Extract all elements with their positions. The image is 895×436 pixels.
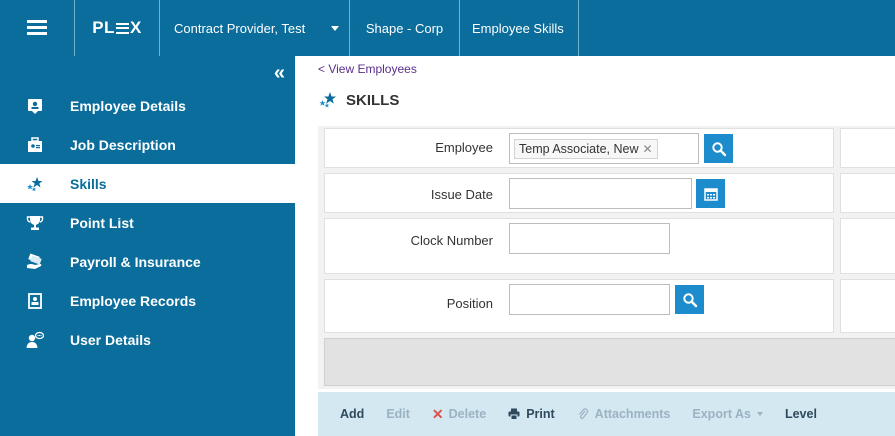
clock-number-row-right (840, 218, 895, 274)
sidebar-item-employee-details[interactable]: Employee Details (0, 86, 295, 125)
employee-value: Temp Associate, New (519, 142, 639, 156)
edit-button[interactable]: Edit (386, 407, 410, 421)
issue-date-row: Issue Date (324, 173, 834, 213)
search-icon (711, 141, 726, 156)
delete-button[interactable]: ✕ Delete (432, 406, 486, 423)
position-label: Position (446, 296, 493, 311)
sidebar-item-label: Payroll & Insurance (70, 253, 201, 270)
skills-form: Employee Temp Associate, New ✕ Issue Dat… (318, 126, 895, 389)
issue-date-input[interactable] (509, 178, 692, 209)
page-title-text: SKILLS (346, 91, 400, 109)
sidebar-item-label: Point List (70, 214, 134, 231)
employee-row: Employee Temp Associate, New ✕ (324, 128, 834, 168)
sidebar-item-skills[interactable]: Skills (0, 164, 295, 203)
app-name: Employee Skills (460, 0, 579, 56)
briefcase-icon (0, 136, 70, 154)
position-input[interactable] (509, 284, 670, 315)
provider-selector[interactable]: Contract Provider, Test (160, 0, 350, 56)
issue-date-label: Issue Date (430, 187, 493, 202)
caret-down-icon (756, 412, 763, 416)
grid-header-band (324, 338, 895, 386)
plant-name: Shape - Corp (365, 20, 444, 36)
print-button[interactable]: Print (508, 407, 555, 421)
clock-number-row: Clock Number (324, 218, 834, 274)
main-content: < View Employees SKILLS Employee Temp As… (318, 56, 895, 436)
sidebar-item-user-details[interactable]: User Details (0, 320, 295, 359)
view-employees-link[interactable]: < View Employees (318, 62, 417, 76)
top-bar: PL X Contract Provider, Test Shape - Corp… (0, 0, 895, 56)
money-hand-icon (0, 252, 70, 271)
provider-name: Contract Provider, Test (174, 20, 306, 36)
sidebar-item-label: Employee Records (70, 292, 197, 309)
stars-icon (319, 92, 336, 108)
sidebar-item-label: Job Description (70, 136, 176, 153)
sidebar-nav: Employee Details Job Description Skills … (0, 86, 295, 359)
hamburger-icon (27, 20, 47, 36)
sidebar-item-payroll-insurance[interactable]: Payroll & Insurance (0, 242, 295, 281)
employee-label: Employee (435, 140, 493, 155)
sidebar-item-label: Skills (70, 175, 107, 192)
position-search-button[interactable] (675, 285, 704, 314)
sidebar-item-point-list[interactable]: Point List (0, 203, 295, 242)
employee-chip: Temp Associate, New ✕ (514, 139, 658, 159)
trophy-icon (0, 214, 70, 232)
plant-selector[interactable]: Shape - Corp (350, 0, 460, 56)
printer-icon (508, 408, 520, 420)
paperclip-icon (578, 408, 588, 419)
calendar-button[interactable] (696, 179, 725, 208)
export-as-button[interactable]: Export As (692, 407, 763, 421)
collapse-sidebar-button[interactable]: « (274, 62, 285, 85)
clock-number-label: Clock Number (410, 233, 493, 248)
calendar-icon (703, 187, 718, 201)
sidebar-item-label: Employee Details (70, 97, 186, 114)
id-card-icon (0, 97, 70, 115)
issue-date-row-right (840, 173, 895, 213)
attachments-button[interactable]: Attachments (577, 407, 670, 421)
stars-icon (0, 175, 70, 193)
add-button[interactable]: Add (340, 407, 364, 421)
employee-field[interactable]: Temp Associate, New ✕ (509, 133, 699, 164)
employee-search-button[interactable] (704, 134, 733, 163)
clock-number-input[interactable] (509, 223, 670, 254)
employee-row-right (840, 128, 895, 168)
delete-icon: ✕ (431, 405, 444, 422)
position-row-right (840, 279, 895, 333)
position-row: Position (324, 279, 834, 333)
sidebar-item-label: User Details (70, 331, 151, 348)
search-icon (682, 292, 697, 307)
action-bar: Add Edit ✕ Delete Print Attachments Expo… (318, 392, 895, 436)
sidebar: « Employee Details Job Description Skill… (0, 56, 295, 436)
user-chat-icon (0, 331, 70, 349)
page-title: SKILLS (318, 90, 399, 110)
plex-logo[interactable]: PL X (75, 0, 160, 56)
sidebar-item-employee-records[interactable]: Employee Records (0, 281, 295, 320)
remove-icon[interactable]: ✕ (643, 142, 653, 156)
sidebar-item-job-description[interactable]: Job Description (0, 125, 295, 164)
level-button[interactable]: Level (785, 407, 817, 421)
menu-button[interactable] (0, 0, 75, 56)
caret-down-icon (331, 25, 339, 31)
records-icon (0, 292, 70, 310)
